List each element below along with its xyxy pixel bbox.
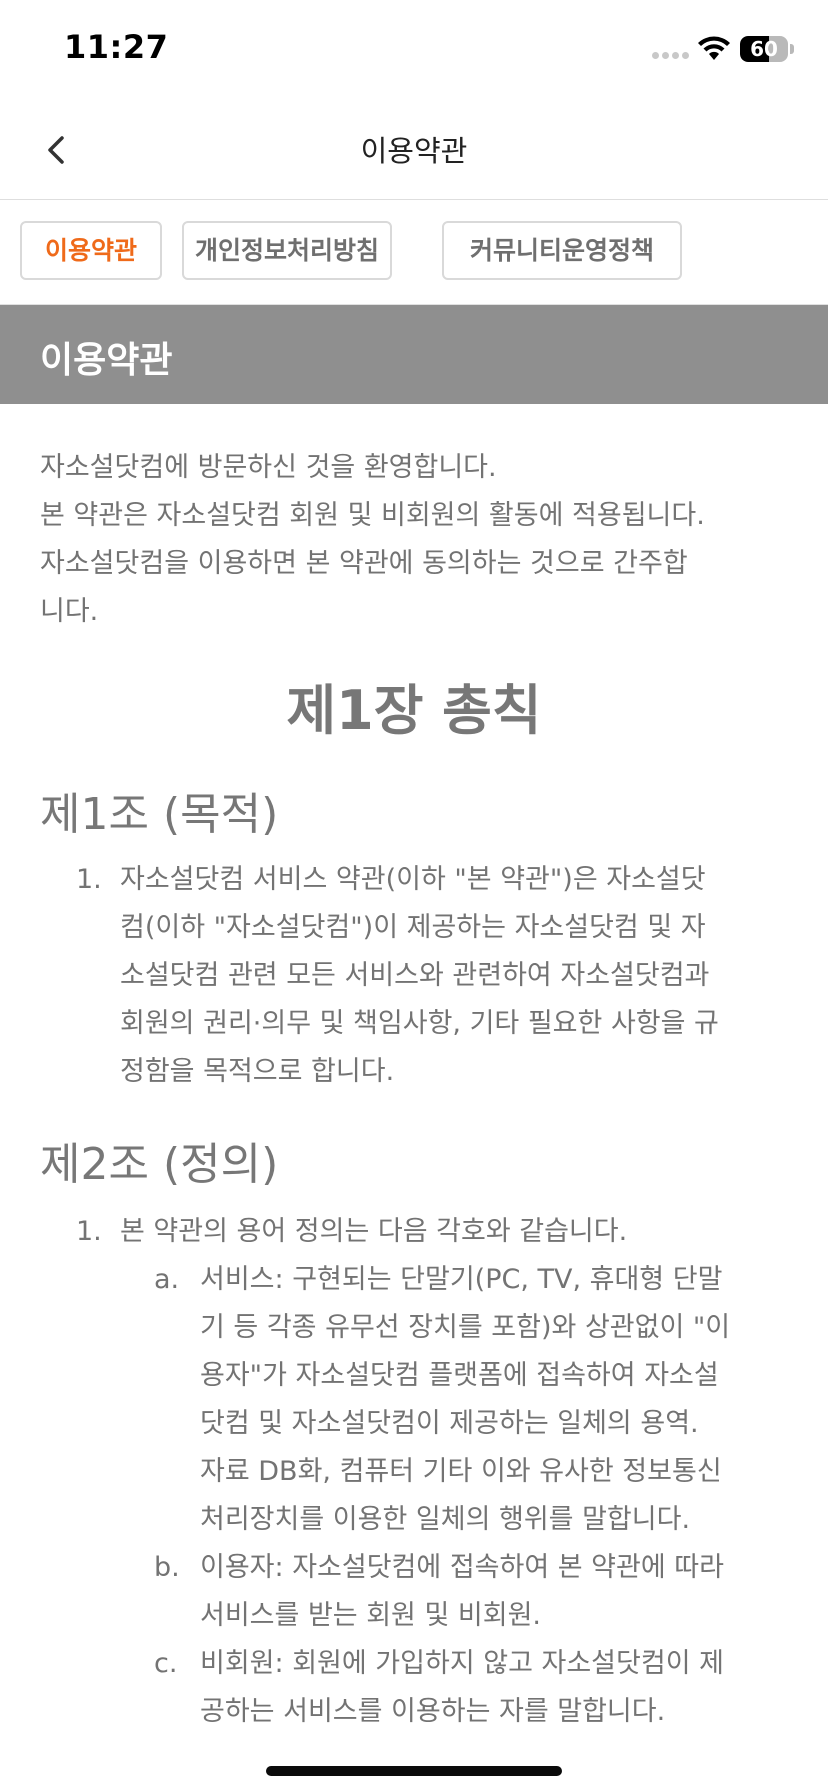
home-indicator <box>266 1766 562 1776</box>
list-line: 자소설닷컴 서비스 약관(이하 "본 약관")은 자소설닷 <box>120 864 706 895</box>
status-bar: 11:27 60 <box>0 0 828 100</box>
section-banner: 이용약관 <box>0 304 828 404</box>
article-title: 제2조 (정의) <box>40 1139 279 1190</box>
sub-list-text: 이용자: 자소설닷컴에 접속하여 본 약관에 따라 서비스를 받는 회원 및 비… <box>200 1544 724 1640</box>
intro-paragraph: 자소설닷컴에 방문하신 것을 환영합니다. 본 약관은 자소설닷컴 회원 및 비… <box>40 444 800 636</box>
sub-list-line: 기 등 각종 유무선 장치를 포함)와 상관없이 "이 <box>200 1312 731 1343</box>
sub-list-text: 비회원: 회원에 가입하지 않고 자소설닷컴이 제 공하는 서비스를 이용하는 … <box>200 1640 724 1736</box>
battery-nub <box>790 44 794 54</box>
sub-list-line: 서비스: 구현되는 단말기(PC, TV, 휴대형 단말 <box>200 1264 723 1295</box>
list-marker: 1. <box>76 1216 102 1247</box>
sub-list-line: 공하는 서비스를 이용하는 자를 말합니다. <box>200 1696 666 1727</box>
sub-list-text: 서비스: 구현되는 단말기(PC, TV, 휴대형 단말 기 등 각종 유무선 … <box>200 1256 730 1544</box>
sub-list-marker: b. <box>154 1552 180 1583</box>
intro-line: 니다. <box>40 596 99 627</box>
sub-list-marker: c. <box>154 1648 178 1679</box>
cellular-signal-icon <box>652 52 690 60</box>
list-line: 본 약관의 용어 정의는 다음 각호와 같습니다. <box>120 1216 628 1247</box>
chapter-title: 제1장 총칙 <box>286 679 542 742</box>
list-line: 컴(이하 "자소설닷컴")이 제공하는 자소설닷컴 및 자 <box>120 912 706 943</box>
tab-privacy-policy[interactable]: 개인정보처리방침 <box>182 221 392 280</box>
sub-list-line: 처리장치를 이용한 일체의 행위를 말합니다. <box>200 1504 691 1535</box>
list-line: 소설닷컴 관련 모든 서비스와 관련하여 자소설닷컴과 <box>120 960 710 991</box>
list-marker: 1. <box>76 864 102 895</box>
wifi-icon <box>698 36 730 60</box>
sub-list-line: 용자"가 자소설닷컴 플랫폼에 접속하여 자소설 <box>200 1360 719 1391</box>
sub-list-marker: a. <box>154 1264 180 1295</box>
status-time: 11:27 <box>64 28 169 66</box>
sub-list-line: 비회원: 회원에 가입하지 않고 자소설닷컴이 제 <box>200 1648 724 1679</box>
tab-community-policy[interactable]: 커뮤니티운영정책 <box>442 221 682 280</box>
sub-list-line: 자료 DB화, 컴퓨터 기타 이와 유사한 정보통신 <box>200 1456 722 1487</box>
section-title: 이용약관 <box>40 340 173 381</box>
intro-line: 본 약관은 자소설닷컴 회원 및 비회원의 활동에 적용됩니다. <box>40 500 705 531</box>
article-title: 제1조 (목적) <box>40 789 279 840</box>
tab-terms[interactable]: 이용약관 <box>20 221 162 280</box>
intro-line: 자소설닷컴에 방문하신 것을 환영합니다. <box>40 452 497 483</box>
sub-list-line: 이용자: 자소설닷컴에 접속하여 본 약관에 따라 <box>200 1552 724 1583</box>
sub-list-line: 닷컴 및 자소설닷컴이 제공하는 일체의 용역. <box>200 1408 699 1439</box>
nav-header: 이용약관 <box>0 100 828 200</box>
list-line: 정함을 목적으로 합니다. <box>120 1056 395 1087</box>
intro-line: 자소설닷컴을 이용하면 본 약관에 동의하는 것으로 간주합 <box>40 548 688 579</box>
terms-screen: 11:27 60 이용약관 이용약관 개인정보처리방침 커뮤니티운영정책 이용약… <box>0 0 828 1792</box>
list-item-text: 자소설닷컴 서비스 약관(이하 "본 약관")은 자소설닷 컴(이하 "자소설닷… <box>120 856 796 1096</box>
list-item-text: 본 약관의 용어 정의는 다음 각호와 같습니다. <box>120 1208 796 1256</box>
battery-icon: 60 <box>740 36 788 62</box>
sub-list-line: 서비스를 받는 회원 및 비회원. <box>200 1600 541 1631</box>
list-line: 회원의 권리·의무 및 책임사항, 기타 필요한 사항을 규 <box>120 1008 719 1039</box>
page-title: 이용약관 <box>360 134 468 168</box>
battery-level: 60 <box>750 37 778 61</box>
